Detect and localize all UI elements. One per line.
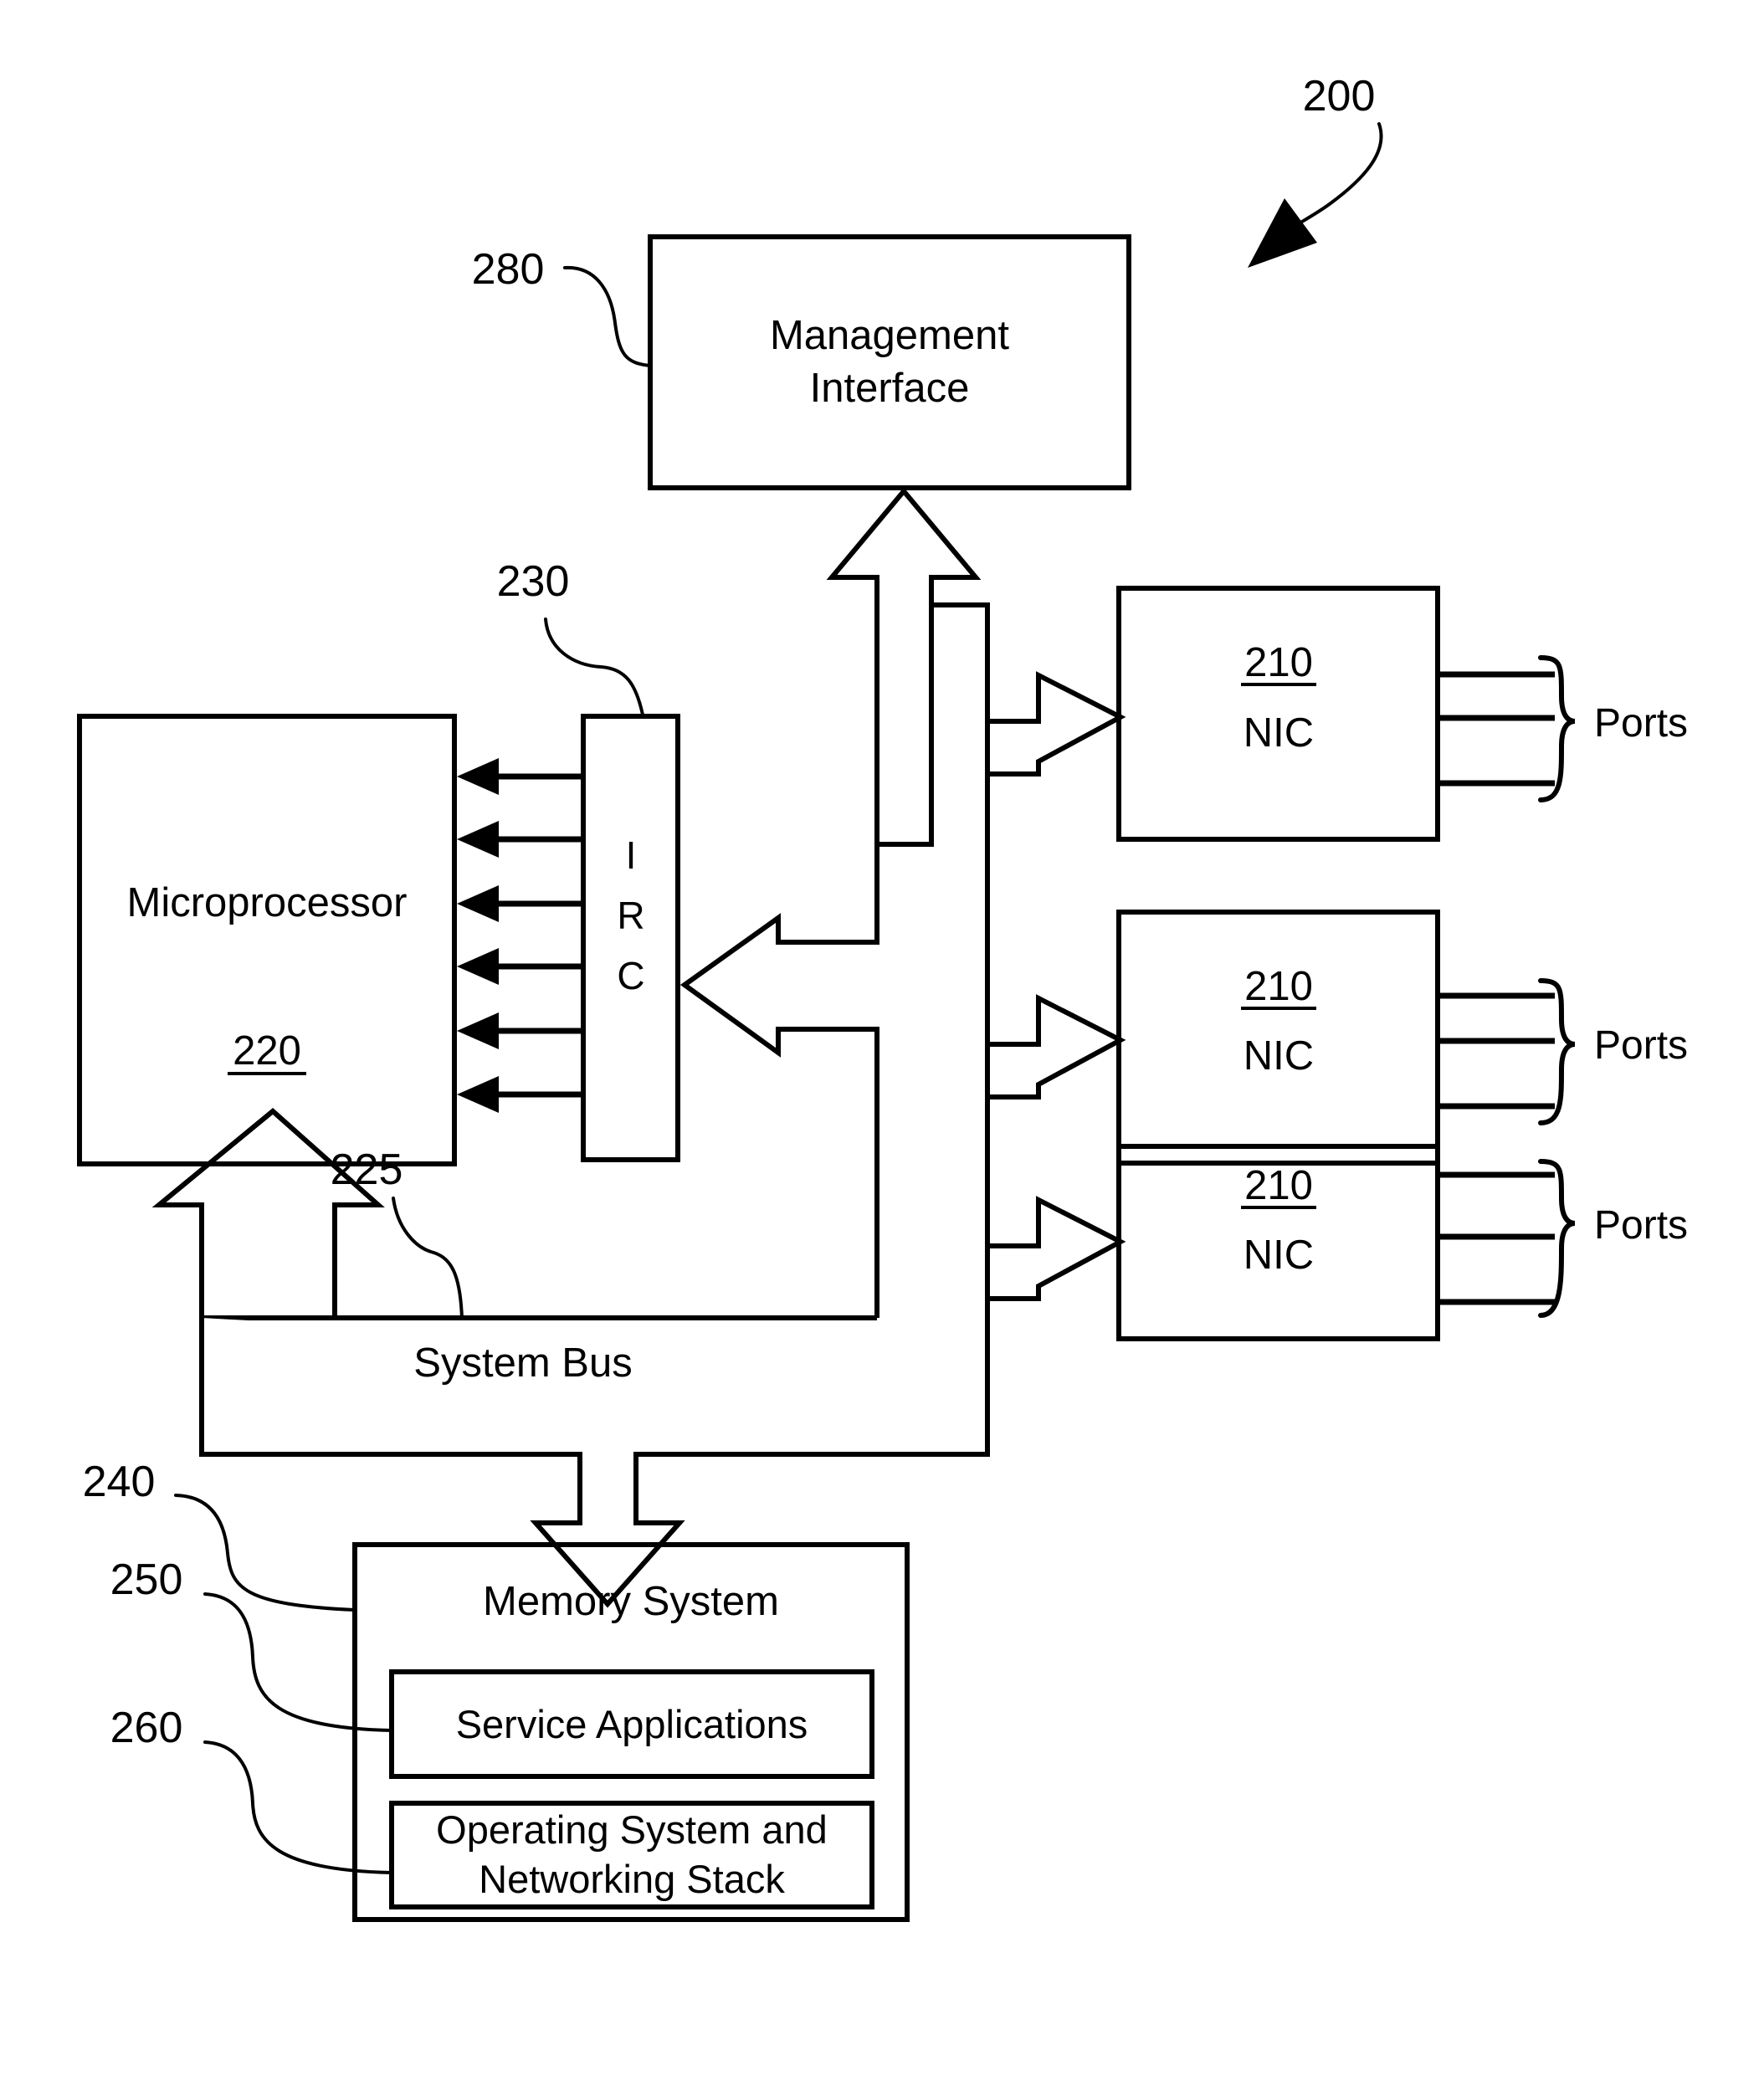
ref-label-280: 280 [472,245,545,294]
bus-spine-top-segment [931,602,990,721]
memory-system-label: Memory System [483,1579,779,1624]
leader-line-250 [203,1592,393,1732]
ref-label-260: 260 [110,1704,183,1752]
leader-arrowhead-200 [1248,198,1317,268]
service-applications-label: Service Applications [456,1702,808,1746]
management-interface-label-line1: Management [770,313,1009,358]
interrupt-arrow-6 [457,1076,583,1113]
nic-1-ref: 210 [1244,640,1313,685]
nic-2-ports-brace [1538,978,1576,1125]
bus-arrow-to-nic-1 [985,671,1126,777]
bus-arrow-to-management-interface [826,487,982,847]
nic-1-ports-label: Ports [1594,701,1688,746]
management-interface-label-line2: Interface [810,366,970,411]
ref-label-250: 250 [110,1556,183,1604]
nic-2-label: NIC [1244,1033,1314,1079]
bus-arrow-to-irc [679,844,879,1121]
nic-1-label: NIC [1244,710,1314,756]
irc-letter-i: I [626,833,637,877]
ref-label-225: 225 [331,1146,403,1194]
interrupt-arrow-4 [457,948,583,985]
interrupt-request-lines [457,758,583,1113]
operating-system-label-line1: Operating System and [436,1807,828,1852]
nic-3-ports-label: Ports [1594,1203,1688,1248]
bus-arrow-to-nic-3 [985,1196,1126,1301]
leader-line-260 [203,1740,393,1874]
system-bus-label: System Bus [413,1340,632,1386]
leader-line-240 [174,1494,356,1612]
bus-arrow-to-nic-2 [985,994,1126,1099]
management-interface-box[interactable] [648,234,1131,490]
leader-line-225 [392,1197,464,1320]
leader-line-280 [563,265,652,367]
figure-ref-200: 200 [1303,72,1376,120]
ref-label-230: 230 [497,557,570,606]
irc-letter-r: R [617,894,644,937]
interrupt-arrow-3 [457,885,583,922]
irc-box[interactable] [581,714,680,1162]
microprocessor-ref: 220 [233,1028,301,1074]
nic-2-ports-group [1438,978,1576,1125]
bus-arrow-to-microprocessor [151,1108,385,1320]
interrupt-arrow-5 [457,1012,583,1049]
leader-line-230 [544,618,644,716]
microprocessor-box[interactable] [77,714,457,1166]
nic-2-ref: 210 [1244,964,1313,1009]
microprocessor-label: Microprocessor [127,880,408,925]
interrupt-arrow-2 [457,821,583,858]
ref-label-240: 240 [83,1458,156,1506]
nic-2-ports-label: Ports [1594,1023,1688,1068]
interrupt-arrow-1 [457,758,583,795]
operating-system-label-line2: Networking Stack [479,1857,785,1901]
nic-3-ports-group [1438,1159,1576,1318]
nic-3-label: NIC [1244,1233,1314,1278]
nic-3-ref: 210 [1244,1163,1313,1208]
figure-diagram-svg: 200 280 Management Interface 230 Micropr… [77,72,1688,1922]
irc-letter-c: C [617,954,644,997]
nic-1-ports-brace [1538,655,1576,802]
patent-figure-canvas: 200 280 Management Interface 230 Micropr… [0,0,1764,2081]
nic-1-ports-group [1438,655,1576,802]
